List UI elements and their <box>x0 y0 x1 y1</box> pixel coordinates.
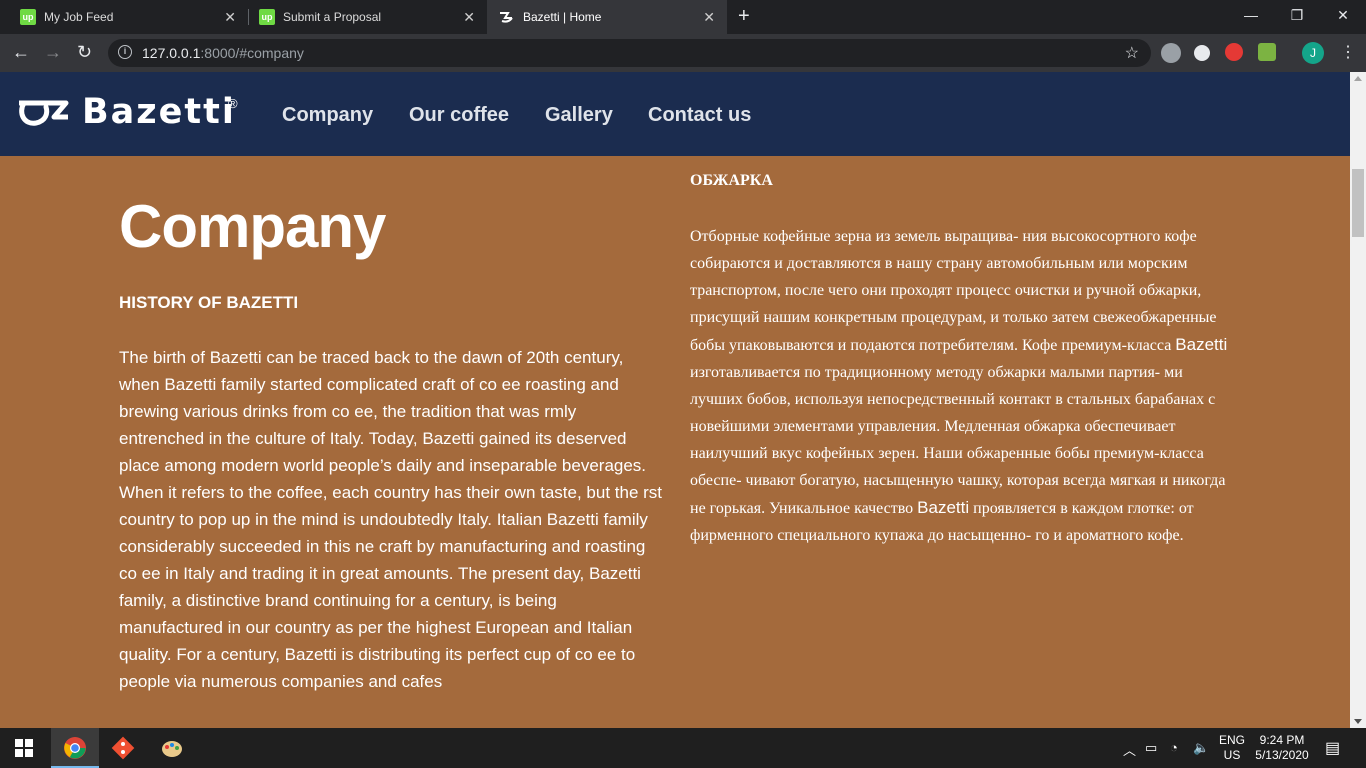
taskbar-paint[interactable] <box>148 728 196 768</box>
tab-title: Submit a Proposal <box>283 10 382 24</box>
menu-icon[interactable]: ⋮ <box>1340 42 1356 62</box>
site-header: Bazetti ® Company Our coffee Gallery Con… <box>0 72 1350 156</box>
maximize-button[interactable]: ❐ <box>1274 0 1320 34</box>
minimize-button[interactable]: — <box>1228 0 1274 34</box>
url-text[interactable]: 127.0.0.1:8000/#company <box>142 45 304 61</box>
taskbar-git[interactable] <box>99 728 147 768</box>
vertical-scrollbar[interactable] <box>1350 72 1366 728</box>
bazetti-icon <box>500 12 513 23</box>
language-indicator[interactable]: ENG US <box>1219 733 1245 763</box>
close-icon[interactable]: ✕ <box>463 9 475 26</box>
star-icon[interactable]: ☆ <box>1125 43 1139 63</box>
close-icon[interactable]: ✕ <box>703 9 715 26</box>
download-icon[interactable] <box>1258 43 1276 61</box>
browser-tab-strip: up My Job Feed ✕ up Submit a Proposal ✕ … <box>0 0 1366 34</box>
browser-toolbar: ← → ↻ i 127.0.0.1:8000/#company ☆ J ⋮ <box>0 34 1366 72</box>
windows-taskbar: ︿ ▭ ◔ 🔈 ENG US 9:24 PM 5/13/2020 ▤ <box>0 728 1366 768</box>
taskbar-chrome[interactable] <box>51 728 99 768</box>
paint-icon <box>162 741 182 757</box>
roasting-text: изготавливается по традиционному методу … <box>690 364 1226 517</box>
url-host: 127.0.0.1 <box>142 45 201 61</box>
clock-date: 5/13/2020 <box>1255 748 1309 762</box>
scroll-down-arrow[interactable] <box>1354 719 1362 724</box>
scroll-up-arrow[interactable] <box>1354 76 1362 81</box>
reload-icon[interactable]: ↻ <box>77 42 92 63</box>
tab-submit-proposal[interactable]: up Submit a Proposal ✕ <box>239 0 487 34</box>
roasting-text: Отборные кофейные зерна из земель выращи… <box>690 228 1217 354</box>
tab-title: Bazetti | Home <box>523 10 602 24</box>
clock-time: 9:24 PM <box>1259 733 1305 747</box>
region-code: US <box>1223 748 1241 762</box>
page-title: Company <box>119 193 386 260</box>
company-section: Company HISTORY OF BAZETTI The birth of … <box>0 156 1350 728</box>
nav-our-coffee[interactable]: Our coffee <box>409 104 509 127</box>
url-path: :8000/#company <box>200 45 304 61</box>
bazetti-logo-icon[interactable] <box>16 97 72 129</box>
git-icon <box>111 736 135 760</box>
language-code: ENG <box>1219 733 1246 747</box>
address-bar[interactable]: i 127.0.0.1:8000/#company ☆ <box>108 39 1151 67</box>
info-icon[interactable]: i <box>118 45 132 59</box>
upwork-icon: up <box>20 9 36 25</box>
extension-icon[interactable] <box>1161 43 1181 63</box>
volume-icon[interactable]: 🔈 <box>1193 740 1209 756</box>
notification-icon[interactable]: ▤ <box>1325 738 1340 758</box>
back-icon[interactable]: ← <box>12 42 30 63</box>
upwork-icon: up <box>259 9 275 25</box>
extension-icon[interactable] <box>1194 45 1210 61</box>
history-paragraph: The birth of Bazetti can be traced back … <box>119 348 663 691</box>
section-subtitle: HISTORY OF BAZETTI <box>119 293 299 312</box>
roasting-title: ОБЖАРКА <box>690 172 773 189</box>
logo-registered-mark: ® <box>228 96 238 111</box>
battery-icon[interactable]: ▭ <box>1145 740 1157 756</box>
brand-name: Bazetti <box>917 498 970 517</box>
tab-my-job-feed[interactable]: up My Job Feed ✕ <box>0 0 248 34</box>
nav-contact-us[interactable]: Contact us <box>648 104 751 127</box>
avatar[interactable]: J <box>1302 42 1324 64</box>
chrome-icon <box>64 737 86 759</box>
nav-gallery[interactable]: Gallery <box>545 104 613 127</box>
brand-name: Bazetti <box>1175 335 1228 354</box>
system-clock[interactable]: 9:24 PM 5/13/2020 <box>1254 733 1310 763</box>
nav-company[interactable]: Company <box>282 104 373 127</box>
close-icon[interactable]: ✕ <box>224 9 236 26</box>
start-button[interactable] <box>0 728 48 768</box>
forward-icon[interactable]: → <box>44 42 62 63</box>
windows-icon <box>15 739 33 757</box>
wifi-icon[interactable]: ◔ <box>1170 740 1178 755</box>
logo-text[interactable]: Bazetti <box>82 92 236 132</box>
roasting-paragraph: Отборные кофейные зерна из земель выращи… <box>690 223 1230 549</box>
chevron-up-icon[interactable]: ︿ <box>1123 740 1136 759</box>
close-window-button[interactable]: ✕ <box>1320 0 1366 34</box>
scrollbar-thumb[interactable] <box>1352 169 1364 237</box>
extension-icon[interactable] <box>1225 43 1243 61</box>
tab-title: My Job Feed <box>44 10 114 24</box>
tab-bazetti-home[interactable]: Bazetti | Home ✕ <box>487 0 727 34</box>
new-tab-button[interactable]: + <box>738 5 750 28</box>
